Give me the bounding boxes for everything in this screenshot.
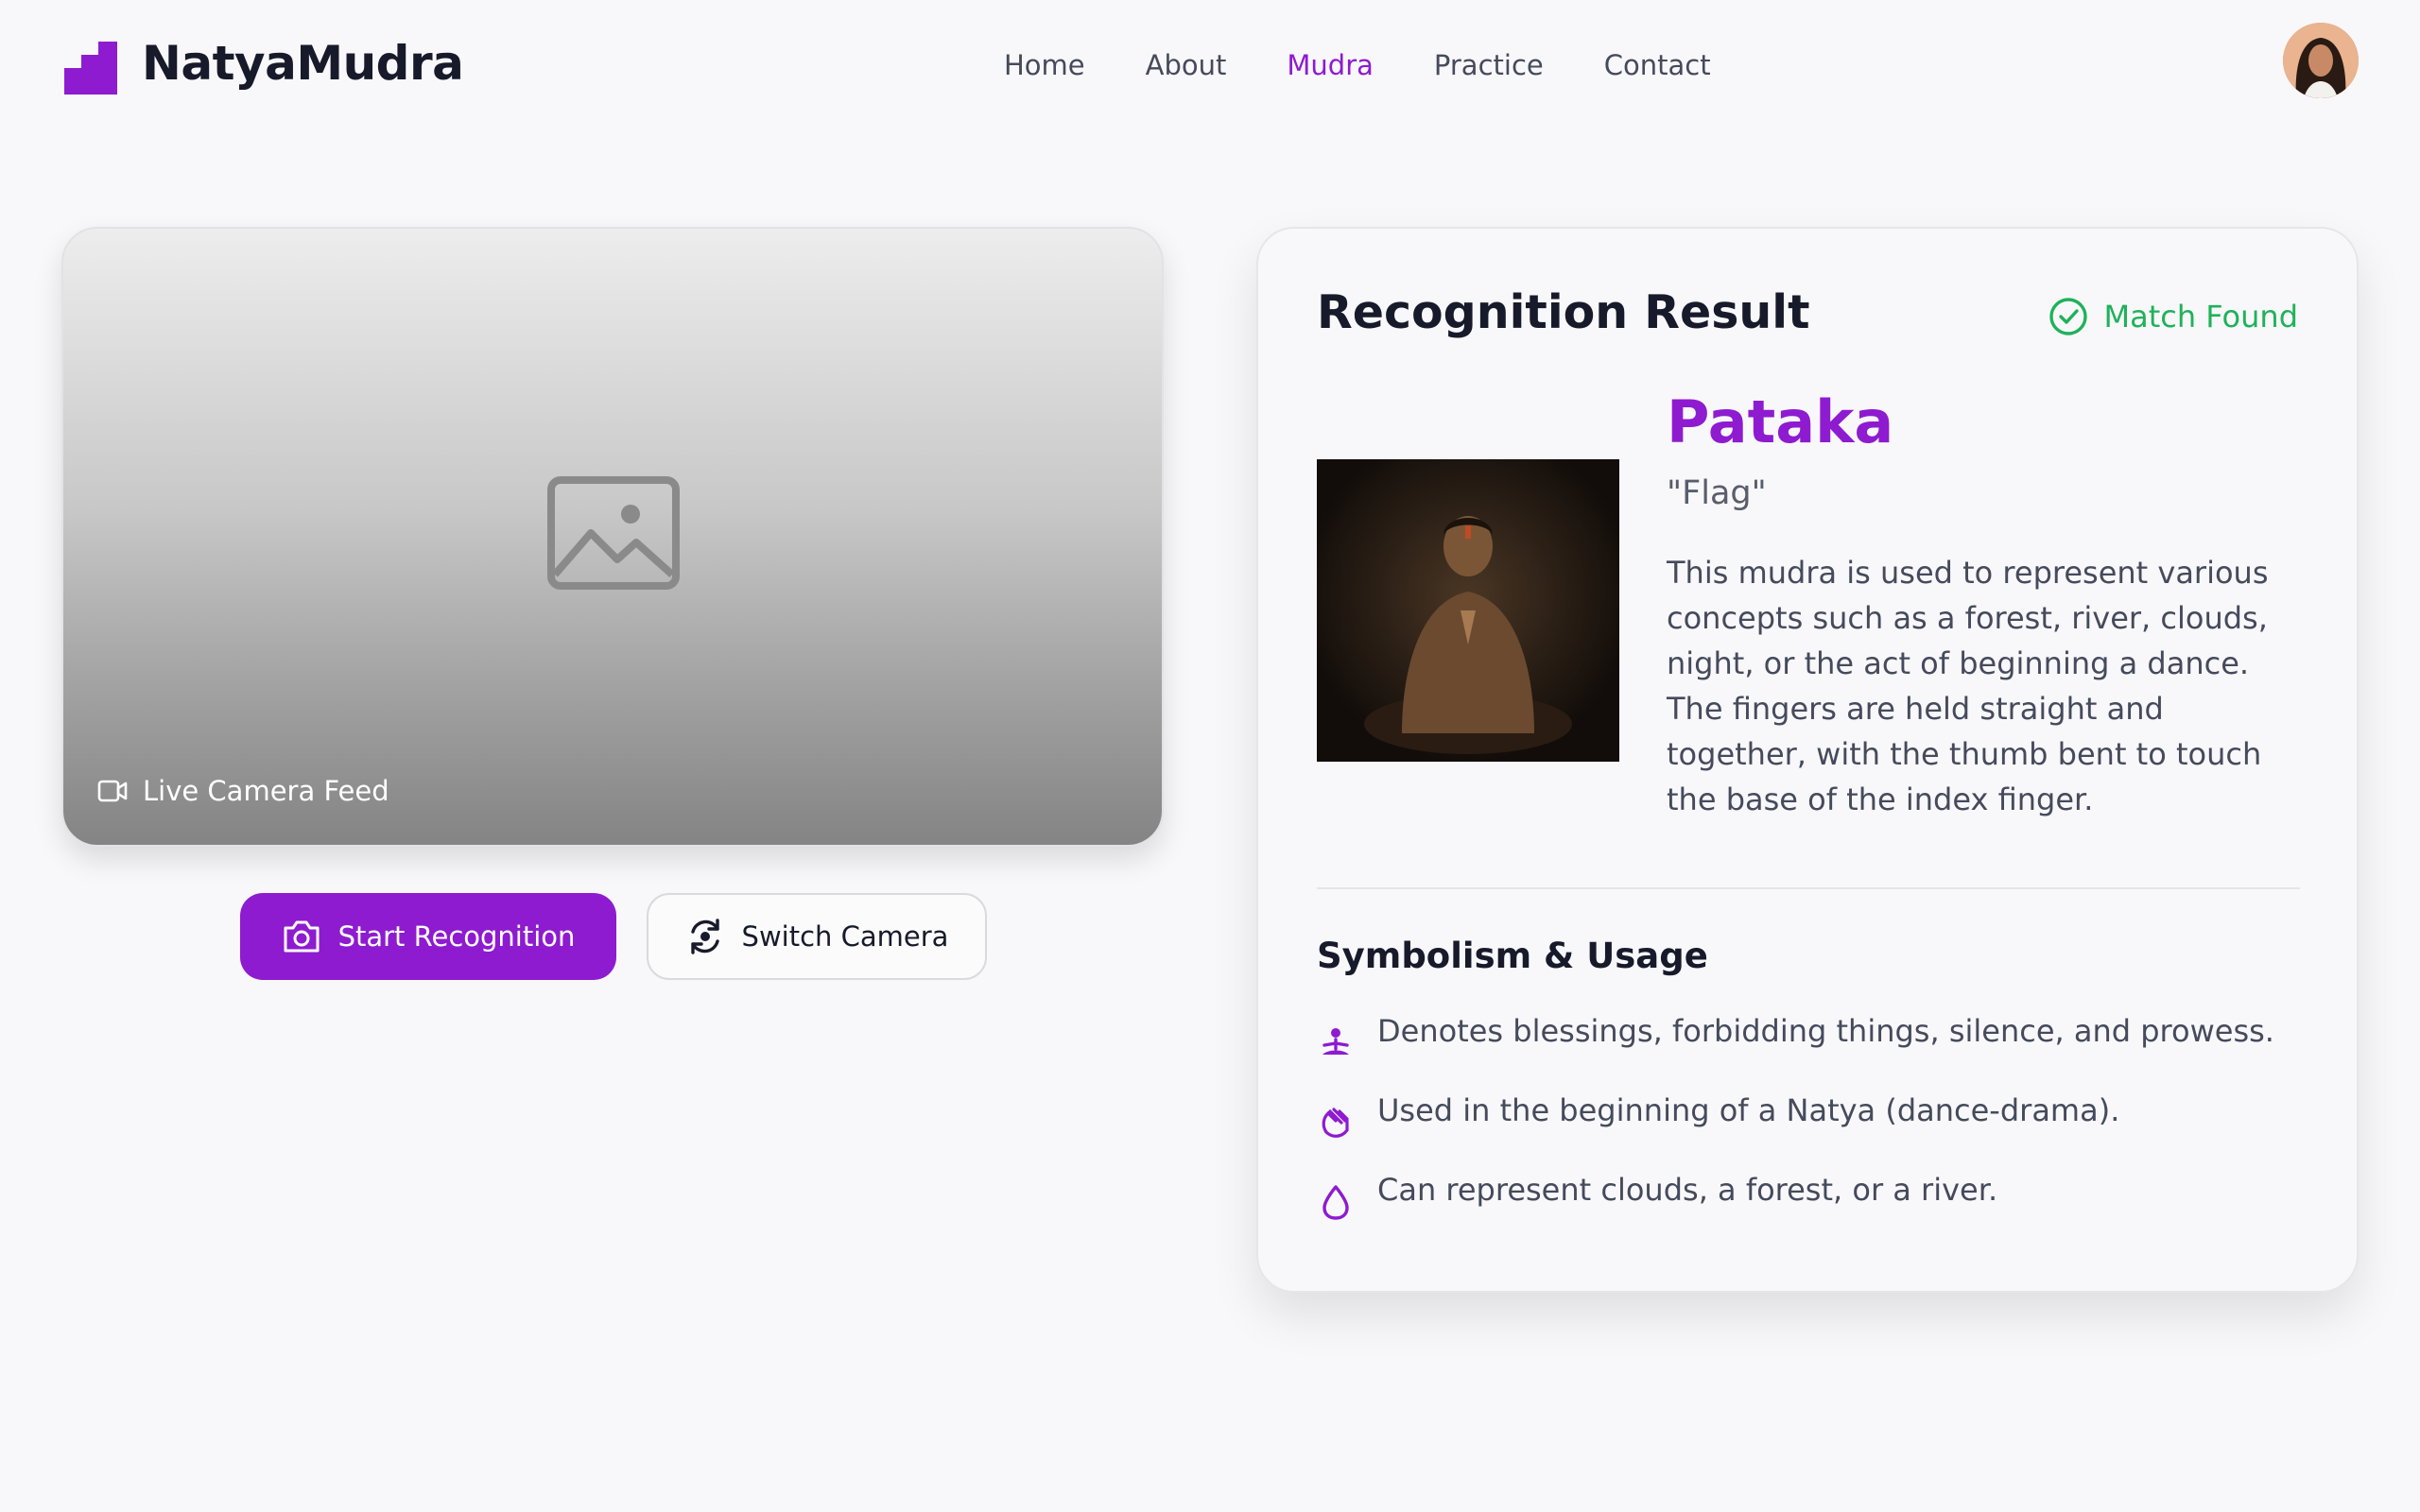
symbolism-item-text: Denotes blessings, forbidding things, si… bbox=[1377, 1013, 2274, 1049]
match-status-badge: Match Found bbox=[2048, 297, 2298, 336]
mudra-description: This mudra is used to represent various … bbox=[1667, 555, 2269, 817]
meditation-icon bbox=[1322, 1028, 1349, 1055]
camera-feed[interactable]: Live Camera Feed bbox=[61, 227, 1164, 847]
symbolism-item-text: Can represent clouds, a forest, or a riv… bbox=[1377, 1172, 1998, 1208]
logo-icon[interactable] bbox=[64, 42, 117, 94]
result-title: Recognition Result bbox=[1317, 285, 1810, 339]
avatar[interactable] bbox=[2283, 23, 2359, 98]
mudra-name: Pataka bbox=[1667, 387, 1894, 456]
nav-item-mudra[interactable]: Mudra bbox=[1287, 49, 1374, 81]
nav-item-contact[interactable]: Contact bbox=[1604, 49, 1711, 81]
start-recognition-label: Start Recognition bbox=[337, 920, 576, 953]
start-recognition-button[interactable]: Start Recognition bbox=[240, 893, 616, 980]
live-feed-label: Live Camera Feed bbox=[97, 775, 389, 807]
mudra-image bbox=[1317, 459, 1619, 762]
list-item: Used in the beginning of a Natya (dance-… bbox=[1317, 1092, 2319, 1172]
switch-camera-icon bbox=[690, 919, 719, 954]
brand-name[interactable]: NatyaMudra bbox=[142, 36, 464, 91]
recognition-result-card: Recognition Result Match Found Pataka "F bbox=[1256, 227, 2359, 1293]
live-feed-text: Live Camera Feed bbox=[143, 775, 389, 807]
mudra-meaning: "Flag" bbox=[1667, 474, 1767, 512]
image-placeholder-icon bbox=[547, 476, 680, 590]
switch-camera-button[interactable]: Switch Camera bbox=[647, 893, 987, 980]
nav-item-about[interactable]: About bbox=[1146, 49, 1227, 81]
video-camera-icon bbox=[97, 780, 128, 802]
water-drop-icon bbox=[1322, 1185, 1349, 1220]
top-navbar: NatyaMudra Home About Mudra Practice Con… bbox=[0, 0, 2420, 132]
symbolism-list: Denotes blessings, forbidding things, si… bbox=[1317, 1013, 2319, 1251]
list-item: Can represent clouds, a forest, or a riv… bbox=[1317, 1172, 2319, 1251]
switch-camera-label: Switch Camera bbox=[741, 920, 949, 953]
nav-item-practice[interactable]: Practice bbox=[1434, 49, 1544, 81]
waving-hand-icon bbox=[1322, 1108, 1349, 1138]
symbolism-item-text: Used in the beginning of a Natya (dance-… bbox=[1377, 1092, 2120, 1128]
camera-icon bbox=[284, 920, 320, 953]
nav-item-home[interactable]: Home bbox=[1004, 49, 1085, 81]
main-nav: Home About Mudra Practice Contact bbox=[1004, 49, 1711, 81]
match-status-text: Match Found bbox=[2103, 299, 2298, 335]
check-circle-icon bbox=[2049, 298, 2088, 335]
list-item: Denotes blessings, forbidding things, si… bbox=[1317, 1013, 2319, 1092]
meditating-figure-image bbox=[1317, 459, 1619, 762]
symbolism-title: Symbolism & Usage bbox=[1317, 936, 1708, 976]
divider bbox=[1317, 887, 2300, 889]
avatar-portrait-icon bbox=[2283, 23, 2359, 98]
